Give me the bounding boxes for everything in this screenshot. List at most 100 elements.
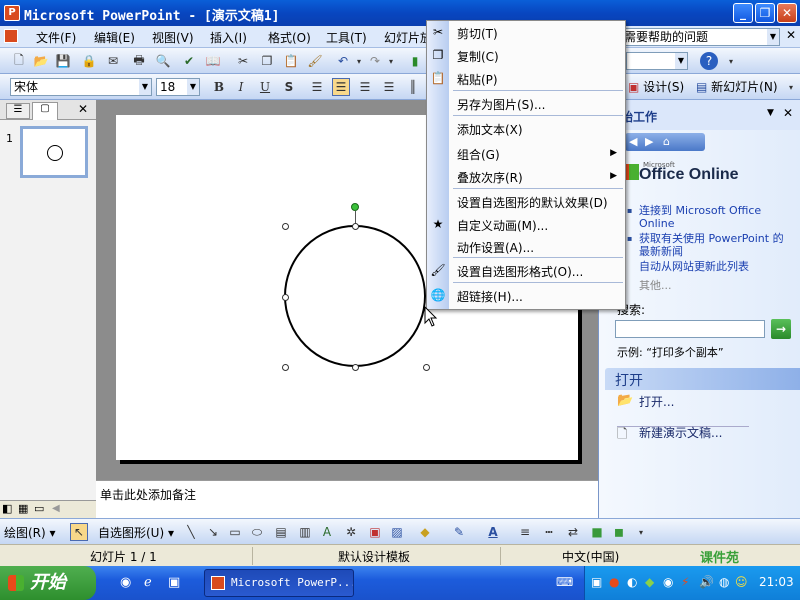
draw-menu-button[interactable]: 绘图(R) ▾ <box>4 524 56 541</box>
font-name-combo[interactable]: 宋体 ▼ <box>10 78 152 96</box>
paste-icon[interactable]: 📋 <box>282 52 300 70</box>
minimize-button[interactable]: _ <box>733 3 753 23</box>
font-size-combo[interactable]: 18 ▼ <box>156 78 200 96</box>
security-icon[interactable]: ● <box>609 575 619 589</box>
vertical-textbox-icon[interactable]: ▥ <box>296 523 314 541</box>
resize-handle[interactable] <box>282 223 289 230</box>
search-input[interactable] <box>615 320 765 338</box>
resize-handle[interactable] <box>423 364 430 371</box>
clipart-icon[interactable]: ▣ <box>366 523 384 541</box>
shadow-style-icon[interactable]: ■ <box>588 523 606 541</box>
circle-shape[interactable] <box>284 225 426 367</box>
notes-pane[interactable]: 单击此处添加备注 <box>96 480 598 518</box>
toolbar-options-icon[interactable]: ▾ <box>722 52 740 70</box>
chart-icon[interactable]: ▮ <box>406 52 424 70</box>
print-preview-icon[interactable]: 🔍 <box>154 52 172 70</box>
new-presentation-link[interactable]: 新建演示文稿... <box>639 427 722 440</box>
arrow-style-icon[interactable]: ⇄ <box>564 523 582 541</box>
scroll-left-icon[interactable]: ◀ <box>52 503 60 514</box>
forward-icon[interactable]: ▶ <box>645 135 653 148</box>
save-icon[interactable]: 💾 <box>54 52 72 70</box>
font-color-icon[interactable]: A <box>484 523 502 541</box>
back-icon[interactable]: ◀ <box>629 135 637 148</box>
autoshapes-button[interactable]: 自选图形(U) ▾ <box>98 524 174 541</box>
resize-handle[interactable] <box>352 223 359 230</box>
fill-color-icon[interactable]: ◆ <box>416 523 434 541</box>
open-icon[interactable]: 📂 <box>32 52 50 70</box>
start-button[interactable]: 开始 <box>0 566 96 600</box>
home-icon[interactable]: ⌂ <box>663 135 670 148</box>
line-color-icon[interactable]: ✎ <box>450 523 468 541</box>
menu-view[interactable]: 视图(V) <box>152 29 194 46</box>
chevron-down-icon[interactable]: ▼ <box>675 53 687 69</box>
context-menu-item[interactable]: 设置自选图形的默认效果(D) <box>457 194 608 211</box>
menu-slideshow[interactable]: 幻灯片放 <box>384 29 432 46</box>
shadow-icon[interactable]: S <box>280 78 298 96</box>
link-news[interactable]: 获取有关使用 PowerPoint 的最新新闻 <box>639 232 789 258</box>
oval-icon[interactable]: ⬭ <box>248 523 266 541</box>
italic-icon[interactable]: I <box>232 78 250 96</box>
design-button[interactable]: ▣ 设计(S) <box>628 78 684 95</box>
help-search-input[interactable]: 需要帮助的问题 ▼ <box>620 28 780 46</box>
copy-icon[interactable]: ❐ <box>258 52 276 70</box>
help-icon[interactable]: ? <box>700 52 718 70</box>
chevron-down-icon[interactable]: ▼ <box>767 29 779 45</box>
menu-edit[interactable]: 编辑(E) <box>94 29 135 46</box>
diagram-icon[interactable]: ✲ <box>342 523 360 541</box>
justify-icon[interactable]: ☰ <box>380 78 398 96</box>
context-menu-item[interactable]: 复制(C) <box>457 48 499 65</box>
tray-app-icon[interactable]: ◆ <box>645 575 654 589</box>
menu-tools[interactable]: 工具(T) <box>326 29 367 46</box>
tray-app-icon[interactable]: ◐ <box>627 575 637 589</box>
zoom-combo[interactable]: ▼ <box>626 52 688 70</box>
textbox-icon[interactable]: ▤ <box>272 523 290 541</box>
research-icon[interactable]: 📖 <box>204 52 222 70</box>
spelling-icon[interactable]: ✔ <box>180 52 198 70</box>
context-menu-item[interactable]: 自定义动画(M)... <box>457 217 548 234</box>
context-menu-item[interactable]: 动作设置(A)... <box>457 239 534 256</box>
keyboard-icon[interactable]: ⌨ <box>556 575 573 589</box>
wordart-icon[interactable]: A <box>318 523 336 541</box>
permission-icon[interactable]: 🔒 <box>80 52 98 70</box>
tray-app-icon[interactable]: ◉ <box>663 575 673 589</box>
context-menu-item[interactable]: 添加文本(X) <box>457 121 523 138</box>
toolbar-options-icon[interactable]: ▾ <box>632 523 650 541</box>
bold-icon[interactable]: B <box>210 78 228 96</box>
select-objects-icon[interactable]: ↖ <box>70 523 88 541</box>
menu-file[interactable]: 文件(F) <box>36 29 76 46</box>
taskbar-item-powerpoint[interactable]: Microsoft PowerP... <box>204 569 354 597</box>
tray-app-icon[interactable]: ⚡ <box>681 575 689 589</box>
tray-app-icon[interactable]: ◍ <box>719 575 729 589</box>
resize-handle[interactable] <box>282 294 289 301</box>
distribute-icon[interactable]: ║ <box>404 78 422 96</box>
powerpoint-app-icon[interactable]: P <box>4 5 20 21</box>
ie-icon[interactable]: ℯ <box>144 575 152 590</box>
underline-icon[interactable]: U <box>256 78 274 96</box>
print-icon[interactable]: 🖶 <box>130 52 148 70</box>
context-menu-item[interactable]: 剪切(T) <box>457 25 498 42</box>
line-style-icon[interactable]: ≡ <box>516 523 534 541</box>
maximize-button[interactable]: ❐ <box>755 3 775 23</box>
close-pane-icon[interactable]: ✕ <box>78 102 88 116</box>
slide-sorter-icon[interactable]: ▦ <box>18 502 28 515</box>
line-icon[interactable]: ╲ <box>182 523 200 541</box>
context-menu-item[interactable]: 设置自选图形格式(O)... <box>457 263 583 280</box>
task-pane-close-icon[interactable]: ✕ <box>783 106 793 120</box>
align-left-icon[interactable]: ☰ <box>308 78 326 96</box>
dash-style-icon[interactable]: ┅ <box>540 523 558 541</box>
resize-handle[interactable] <box>352 364 359 371</box>
chevron-down-icon[interactable]: ▼ <box>139 79 151 95</box>
email-icon[interactable]: ✉ <box>104 52 122 70</box>
close-document-icon[interactable]: ✕ <box>786 28 796 42</box>
cut-icon[interactable]: ✂ <box>234 52 252 70</box>
slideshow-view-icon[interactable]: ▭ <box>34 502 44 515</box>
task-pane-dropdown-icon[interactable]: ▼ <box>767 108 774 118</box>
context-menu-item[interactable]: 超链接(H)... <box>457 288 523 305</box>
rectangle-icon[interactable]: ▭ <box>226 523 244 541</box>
align-right-icon[interactable]: ☰ <box>356 78 374 96</box>
network-icon[interactable]: ▣ <box>591 575 602 589</box>
context-menu-item[interactable]: 另存为图片(S)... <box>457 96 545 113</box>
slide-thumbnail[interactable] <box>20 126 88 178</box>
link-connect[interactable]: 连接到 Microsoft Office Online <box>639 204 789 230</box>
tab-slides[interactable]: ▢ <box>32 102 58 120</box>
